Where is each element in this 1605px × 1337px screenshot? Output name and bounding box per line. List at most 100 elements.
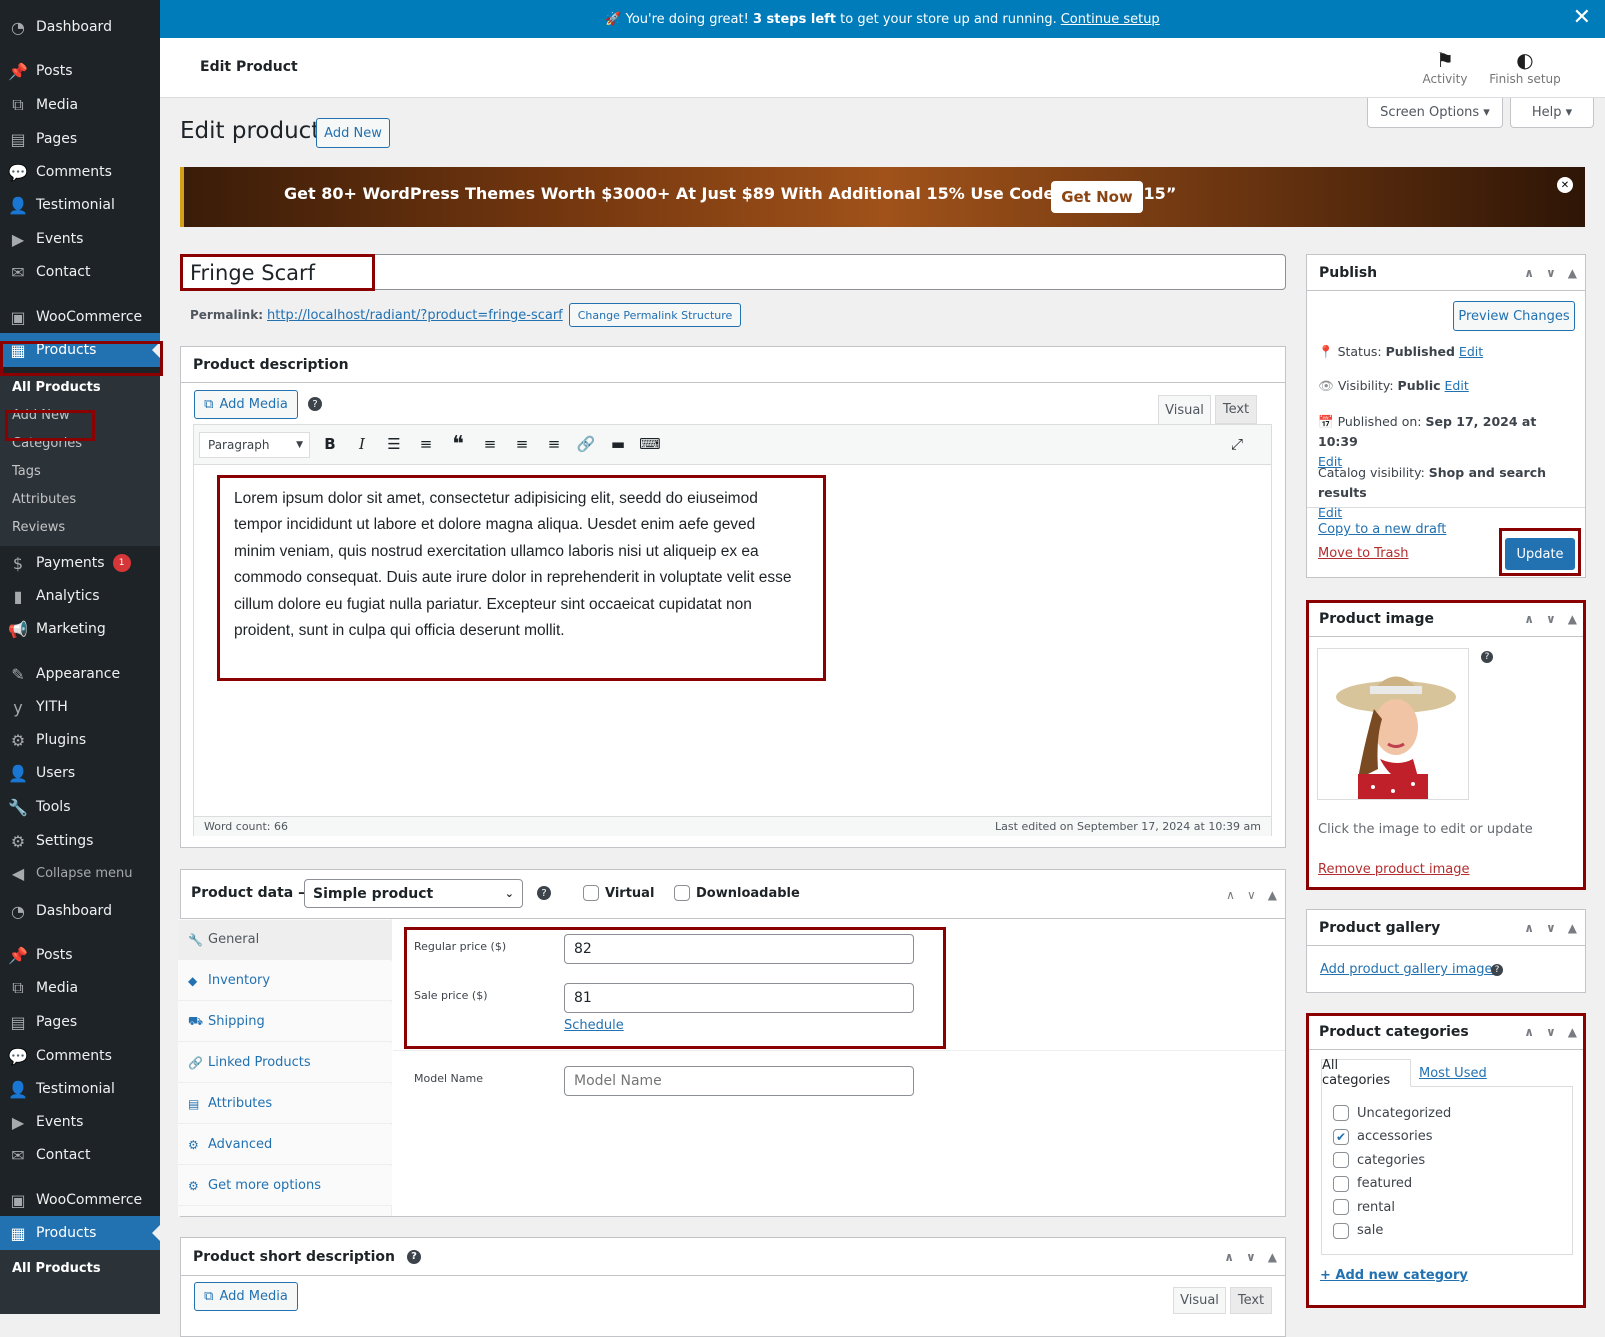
product-title-field[interactable]: Fringe Scarf [180, 254, 1286, 290]
change-permalink-button[interactable]: Change Permalink Structure [568, 303, 742, 327]
checkbox[interactable] [583, 885, 599, 901]
schedule-link[interactable]: Schedule [564, 1018, 624, 1033]
chevron-down-icon[interactable]: ∨ [1546, 1025, 1556, 1039]
sidebar-item-posts[interactable]: 📌 Posts [0, 938, 160, 972]
checkbox[interactable] [1333, 1199, 1349, 1215]
add-gallery-link[interactable]: Add product gallery images [1320, 962, 1499, 977]
bold-icon[interactable]: B [317, 434, 343, 454]
tab-visual[interactable]: Visual [1173, 1287, 1226, 1314]
toolbar-toggle-icon[interactable]: ⌨ [637, 434, 663, 454]
italic-icon[interactable]: I [349, 434, 375, 454]
format-select[interactable]: Paragraph ▼ [199, 432, 310, 458]
chevron-up-icon[interactable]: ∧ [1524, 266, 1534, 280]
category-item[interactable]: rental [1333, 1199, 1395, 1215]
finish-setup-button[interactable]: ◐ Finish setup [1485, 48, 1565, 86]
tab-visual[interactable]: Visual [1158, 395, 1211, 424]
checkbox[interactable] [1333, 1105, 1349, 1121]
sidebar-item-analytics[interactable]: ▮ Analytics [0, 579, 160, 613]
activity-button[interactable]: ⚑ Activity [1405, 48, 1485, 86]
help-icon[interactable]: ? [537, 886, 551, 900]
tab-general[interactable]: 🔧 General [178, 920, 392, 960]
sidebar-item-media[interactable]: ⧉ Media [0, 88, 160, 122]
model-name-input[interactable] [564, 1066, 914, 1096]
add-new-button[interactable]: Add New [316, 118, 390, 148]
preview-changes-button[interactable]: Preview Changes [1453, 301, 1575, 331]
category-item[interactable]: ✔ accessories [1333, 1128, 1433, 1145]
sidebar-item-users[interactable]: 👤 Users [0, 756, 160, 790]
chevron-up-icon[interactable]: ∧ [1524, 612, 1534, 626]
align-right-icon[interactable]: ≡ [541, 434, 567, 454]
add-media-button[interactable]: ⧉ Add Media [194, 1282, 298, 1311]
add-media-button[interactable]: ⧉ Add Media [194, 390, 298, 419]
sidebar-item-products[interactable]: ▦ Products [0, 333, 160, 367]
submenu-item-categories[interactable]: Categories [0, 429, 160, 457]
sidebar-item-dashboard[interactable]: ◔ Dashboard [0, 894, 160, 928]
link-icon[interactable]: 🔗 [573, 434, 599, 454]
read-more-icon[interactable]: ▬ [605, 434, 631, 454]
sidebar-item-collapse-menu[interactable]: ◀ Collapse menu [0, 856, 160, 890]
tab-most-used[interactable]: Most Used [1419, 1066, 1487, 1081]
copy-draft-link[interactable]: Copy to a new draft [1318, 522, 1446, 537]
product-thumbnail[interactable] [1317, 648, 1469, 800]
sale-price-input[interactable] [564, 983, 914, 1013]
move-to-trash-link[interactable]: Move to Trash [1318, 546, 1409, 561]
screen-options-button[interactable]: Screen Options ▾ [1367, 98, 1503, 128]
chevron-up-icon[interactable]: ∧ [1224, 1250, 1234, 1264]
permalink-url[interactable]: http://localhost/radiant/?product=fringe… [267, 308, 563, 323]
add-category-link[interactable]: + Add new category [1320, 1268, 1468, 1283]
chevron-down-icon[interactable]: ∨ [1546, 612, 1556, 626]
tab-linked-products[interactable]: 🔗 Linked Products [178, 1043, 392, 1083]
sidebar-item-media[interactable]: ⧉ Media [0, 971, 160, 1005]
submenu-item-all-products[interactable]: All Products [0, 373, 160, 401]
checkbox[interactable] [1333, 1222, 1349, 1239]
help-icon[interactable]: ? [406, 1249, 421, 1264]
sidebar-item-comments[interactable]: 💬 Comments [0, 1039, 160, 1073]
sidebar-item-plugins[interactable]: ⚙ Plugins [0, 723, 160, 757]
tab-text[interactable]: Text [1230, 1287, 1272, 1314]
sidebar-item-appearance[interactable]: ✎ Appearance [0, 657, 160, 691]
caret-up-icon[interactable]: ▲ [1568, 612, 1577, 626]
sidebar-item-woocommerce[interactable]: ▣ WooCommerce [0, 1183, 160, 1217]
align-left-icon[interactable]: ≡ [477, 434, 503, 454]
continue-setup-link[interactable]: Continue setup [1061, 12, 1160, 27]
chevron-up-icon[interactable]: ∧ [1524, 921, 1534, 935]
submenu-item-attributes[interactable]: Attributes [0, 485, 160, 513]
help-icon[interactable]: ? [1491, 964, 1503, 976]
sidebar-item-products[interactable]: ▦ Products [0, 1216, 160, 1250]
sidebar-item-contact[interactable]: ✉ Contact [0, 255, 160, 289]
sidebar-item-settings[interactable]: ⚙ Settings [0, 824, 160, 858]
sidebar-item-yith[interactable]: y YITH [0, 690, 160, 724]
sidebar-item-testimonial[interactable]: 👤 Testimonial [0, 1072, 160, 1106]
sidebar-item-contact[interactable]: ✉ Contact [0, 1138, 160, 1172]
chevron-down-icon[interactable]: ∨ [1546, 921, 1556, 935]
caret-up-icon[interactable]: ▲ [1568, 1025, 1577, 1039]
chevron-down-icon[interactable]: ∨ [1246, 1250, 1256, 1264]
tab-shipping[interactable]: ⛟ Shipping [178, 1002, 392, 1042]
chevron-up-icon[interactable]: ∧ [1524, 1025, 1534, 1039]
sidebar-item-posts[interactable]: 📌 Posts [0, 54, 160, 88]
category-item[interactable]: Uncategorized [1333, 1105, 1451, 1121]
caret-up-icon[interactable]: ▲ [1568, 266, 1577, 280]
bullet-list-icon[interactable]: ☰ [381, 434, 407, 454]
get-now-button[interactable]: Get Now [1051, 181, 1143, 213]
submenu-item-all-products[interactable]: All Products [0, 1250, 160, 1286]
caret-up-icon[interactable]: ▲ [1568, 921, 1577, 935]
checkbox[interactable]: ✔ [1333, 1128, 1349, 1145]
help-icon[interactable]: ? [308, 397, 322, 411]
checkbox[interactable] [1333, 1152, 1349, 1168]
sidebar-item-tools[interactable]: 🔧 Tools [0, 790, 160, 824]
tab-get-more-options[interactable]: ⚙ Get more options [178, 1166, 392, 1206]
sidebar-item-dashboard[interactable]: ◔ Dashboard [0, 10, 160, 44]
caret-up-icon[interactable]: ▲ [1268, 1250, 1277, 1264]
tab-text[interactable]: Text [1215, 395, 1257, 424]
sidebar-item-marketing[interactable]: 📢 Marketing [0, 612, 160, 646]
tab-inventory[interactable]: ◆ Inventory [178, 961, 392, 1001]
tab-attributes[interactable]: ▤ Attributes [178, 1084, 392, 1124]
chevron-down-icon[interactable]: ∨ [1546, 266, 1556, 280]
help-icon[interactable]: ? [1481, 651, 1493, 663]
category-item[interactable]: featured [1333, 1175, 1412, 1192]
close-icon[interactable]: ✕ [1573, 7, 1591, 29]
tab-advanced[interactable]: ⚙ Advanced [178, 1125, 392, 1165]
checkbox[interactable] [674, 885, 690, 901]
sidebar-item-testimonial[interactable]: 👤 Testimonial [0, 188, 160, 222]
